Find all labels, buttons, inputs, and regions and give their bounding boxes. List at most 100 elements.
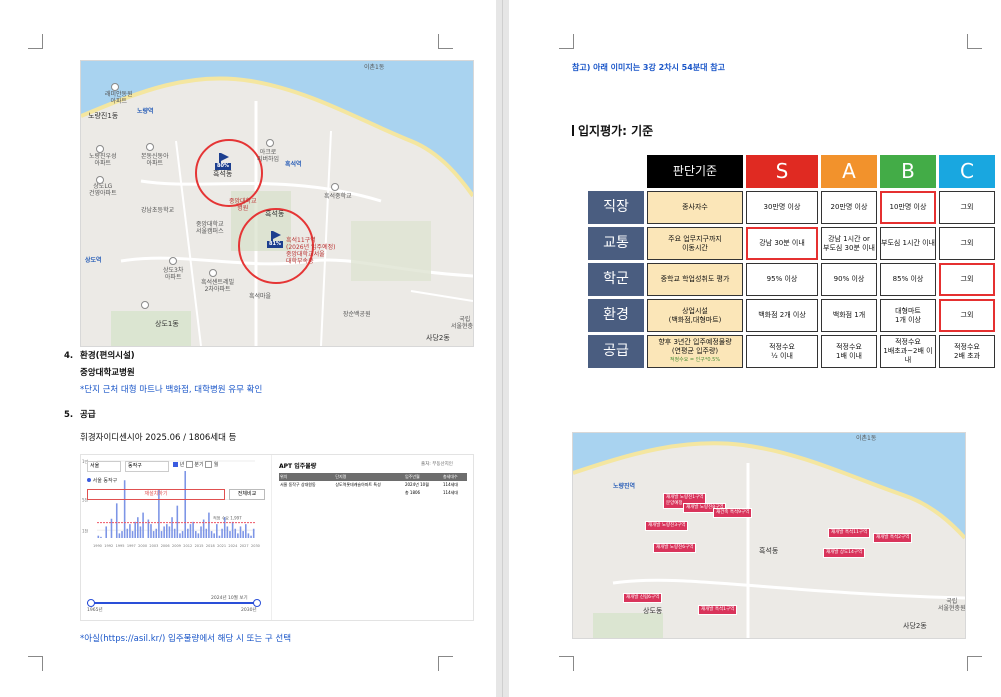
poi-marker xyxy=(266,139,274,147)
poi-marker xyxy=(169,257,177,265)
grade-b-header: B xyxy=(880,155,936,188)
grade-cell: 20만명 이상 xyxy=(821,191,877,224)
supply-bar xyxy=(187,528,189,538)
redevelopment-pin[interactable]: 재개발 상도14구역 xyxy=(823,548,866,558)
supply-table: 위치 단지명 입주년월 총세대수 서울 동작구 상대원동 상도역롯데캐슬아파트 … xyxy=(279,473,467,497)
map-label: 사당2동 xyxy=(426,334,450,342)
eval-row: 공급 향후 3년간 입주예정물량 (연평균 입주량) 적정수요 = 인구*0.5% 적… xyxy=(588,335,995,368)
map-label: 상도3차 아파트 xyxy=(163,267,184,281)
supply-bar xyxy=(176,505,179,538)
x-tick-label: 2018 xyxy=(206,544,215,548)
poi-marker xyxy=(111,83,119,91)
crop-mark xyxy=(438,656,453,671)
reset-button[interactable]: 재설치하기 xyxy=(87,489,225,500)
supply-bar xyxy=(234,528,237,538)
crop-mark xyxy=(438,34,453,49)
grade-s-header: S xyxy=(746,155,818,188)
sido-select[interactable]: 서울 xyxy=(87,461,121,472)
document-page-right: 참고) 아래 이미지는 3강 2차시 54분대 참고 입지평가: 기준 판단기준… xyxy=(509,0,1001,697)
supply-bar xyxy=(152,531,155,538)
supply-bar xyxy=(250,535,252,538)
redevelopment-pin[interactable]: 재개발 노량진3구역 xyxy=(645,521,689,531)
redevelopment-pin[interactable]: 재개발 노량진6구역 xyxy=(653,543,697,553)
supply-bar xyxy=(192,521,194,538)
map-label: 강남초등학교 xyxy=(141,207,175,214)
supply-bar xyxy=(163,526,165,538)
map-label: 흑석역 xyxy=(285,161,302,168)
supply-bar xyxy=(171,517,173,538)
row-header: 교통 xyxy=(588,227,644,260)
row-header: 학군 xyxy=(588,263,644,296)
map-label: 흑석중학교 xyxy=(324,193,352,200)
grade-cell: 백화점 1개 xyxy=(821,299,877,332)
map-label: 노량진1동 xyxy=(88,112,119,120)
x-tick-label: 1995 xyxy=(116,544,125,548)
range-handle[interactable] xyxy=(253,599,261,607)
grade-cell: 그외 xyxy=(939,227,995,260)
criterion-cell: 주요 업무지구까지 이동시간 xyxy=(647,227,743,260)
period-label: 2024년 10월 보기 xyxy=(211,596,248,601)
map-label: 흑석동 xyxy=(265,210,285,218)
redevelopment-map[interactable]: 이촌1동 흑석동 사당2동 국립 서울현충원 노량진역 상도동 재개발 노량진1… xyxy=(572,432,966,639)
redevelopment-pin[interactable]: 재건축 흑석9구역 xyxy=(713,508,753,518)
section-title: 공급 xyxy=(80,410,96,420)
supply-bar xyxy=(142,512,144,538)
list-number: 5. xyxy=(64,410,74,420)
gu-select[interactable]: 동작구 xyxy=(125,461,169,472)
supply-bar xyxy=(115,503,118,538)
map-label: 노량역 xyxy=(137,108,154,115)
criterion-text: 종사자수 xyxy=(682,203,708,211)
supply-bar xyxy=(165,524,168,538)
supply-bar xyxy=(194,531,197,538)
grade-cell: 적정수요 1배 이내 xyxy=(821,335,877,368)
supply-bar xyxy=(118,533,121,538)
supply-bar xyxy=(218,535,221,538)
section-heading: 입지평가: 기준 xyxy=(572,122,653,139)
map-label: 상도동 xyxy=(643,607,663,615)
supply-screenshot: 서울 동작구 년 분기 월 서울 동작구 재설치하기 전체비교 1만 5천 1천 적정… xyxy=(80,454,474,621)
list-number: 4. xyxy=(64,351,74,361)
x-tick-label: 2006 xyxy=(161,544,170,548)
criterion-text: 중학교 학업성취도 평가 xyxy=(660,275,730,283)
criterion-cell: 종사자수 xyxy=(647,191,743,224)
criterion-text: 주요 업무지구까지 이동시간 xyxy=(668,234,722,252)
supply-bar xyxy=(226,526,229,538)
poi-marker xyxy=(209,269,217,277)
supply-bar xyxy=(126,528,129,538)
map-label: 중앙대학교 병원 xyxy=(229,198,257,212)
map-label: 장순백공원 xyxy=(343,311,371,318)
criterion-cell: 향후 3년간 입주예정물량 (연평균 입주량) 적정수요 = 인구*0.5% xyxy=(647,335,743,368)
grade-cell: 적정수요 ½ 이내 xyxy=(746,335,818,368)
redevelopment-pin[interactable]: 재개발 흑석1구역 xyxy=(698,605,738,615)
poi-marker xyxy=(331,183,339,191)
eval-row: 직장 종사자수 30만명 이상 20만명 이상 10만명 이상 그외 xyxy=(588,191,995,224)
map-label: 국립 서울현충원 xyxy=(938,598,966,612)
supply-bar xyxy=(168,526,171,538)
supply-bar xyxy=(105,526,108,538)
compare-button[interactable]: 전체비교 xyxy=(229,489,265,500)
location-eval-table: 판단기준 S A B C 직장 종사자수 30만명 이상 20만명 이상 10만명 이상… xyxy=(585,152,998,371)
location-map[interactable]: 이촌1동 래미안동원 아파트 노량진1동 노량역 노량진우성 아파트 본동신동아… xyxy=(80,60,474,347)
map-label: 상도역 xyxy=(85,257,102,264)
supply-bar xyxy=(134,521,136,538)
supply-bar xyxy=(216,524,218,538)
body-text: 휘경자이디센시아 2025.06 / 1806세대 등 xyxy=(80,433,237,443)
redevelopment-pin[interactable]: 재개발 흑석11구역 xyxy=(828,528,871,538)
redevelopment-pin[interactable]: 재개발 신림6구역 xyxy=(623,593,663,603)
supply-bar xyxy=(239,526,242,538)
x-tick-label: 2027 xyxy=(240,544,249,548)
redevelopment-pin[interactable]: 재개발 흑석2구역 xyxy=(873,533,913,543)
grade-cell: 90% 이상 xyxy=(821,263,877,296)
supply-bar xyxy=(244,524,247,538)
crop-mark xyxy=(559,656,574,671)
range-handle[interactable] xyxy=(87,599,95,607)
source-label: 출처: 부동산지인 xyxy=(421,462,453,467)
criterion-text: 향후 3년간 입주예정물량 (연평균 입주량) xyxy=(658,338,732,355)
range-slider[interactable] xyxy=(87,602,257,604)
flag-label: 흑석동 xyxy=(213,170,233,178)
period-filters[interactable]: 년 분기 월 xyxy=(173,461,218,470)
x-tick-label: 2015 xyxy=(195,544,204,548)
grade-cell: 그외 xyxy=(939,263,995,296)
grade-cell: 30만명 이상 xyxy=(746,191,818,224)
supply-bar xyxy=(252,528,255,538)
